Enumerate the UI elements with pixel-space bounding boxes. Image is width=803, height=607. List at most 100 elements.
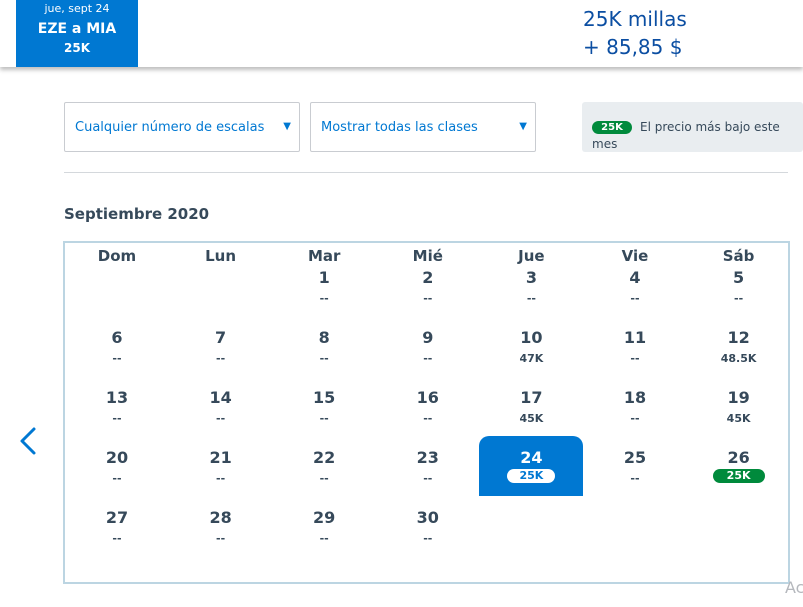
day-price: -- xyxy=(630,352,640,365)
day-number: 1 xyxy=(318,268,330,287)
day-number: 4 xyxy=(629,268,641,287)
top-bar: jue, sept 24 EZE a MIA 25K 25K millas + … xyxy=(0,0,803,67)
day-price: -- xyxy=(423,412,433,425)
weekday-header: Lun xyxy=(205,247,237,265)
prev-month-button[interactable] xyxy=(16,425,42,457)
day-price: -- xyxy=(319,292,329,305)
day-number: 7 xyxy=(215,328,227,347)
calendar-day[interactable]: 1 -- xyxy=(272,256,376,316)
calendar-grid: Dom Lun Mar Mié Jue Vie Sáb 1 -- 2 -- 3 -- 4 -- 5 -- 6 -- 7… xyxy=(63,241,790,584)
month-title: Septiembre 2020 xyxy=(64,205,210,223)
tab-price: 25K xyxy=(64,41,90,55)
calendar-day[interactable]: 13 -- xyxy=(65,376,169,436)
day-price: -- xyxy=(112,532,122,545)
day-number: 19 xyxy=(727,388,750,407)
calendar-day[interactable]: 2 -- xyxy=(376,256,480,316)
day-price: -- xyxy=(630,412,640,425)
day-number: 28 xyxy=(209,508,232,527)
day-price: -- xyxy=(216,532,226,545)
calendar-day[interactable]: 25 -- xyxy=(583,436,687,496)
calendar-day[interactable]: 6 -- xyxy=(65,316,169,376)
day-number: 14 xyxy=(209,388,232,407)
day-number: 13 xyxy=(105,388,129,407)
day-price: -- xyxy=(423,352,433,365)
calendar-day[interactable]: 14 -- xyxy=(169,376,273,436)
day-number: 10 xyxy=(520,328,543,347)
day-price: -- xyxy=(319,352,329,365)
day-number: 24 xyxy=(520,448,543,467)
calendar-day[interactable]: 26 25K xyxy=(687,436,791,496)
day-number: 5 xyxy=(733,268,745,287)
day-number: 20 xyxy=(105,448,129,467)
calendar-day[interactable]: 4 -- xyxy=(583,256,687,316)
weekday-header: Dom xyxy=(97,247,137,265)
calendar-day[interactable]: 22 -- xyxy=(272,436,376,496)
calendar-day[interactable]: 17 45K xyxy=(479,376,583,436)
calendar-day[interactable]: 20 -- xyxy=(65,436,169,496)
calendar-day[interactable]: 9 -- xyxy=(376,316,480,376)
day-price: -- xyxy=(216,472,226,485)
watermark: Ac xyxy=(785,578,803,597)
calendar-day[interactable]: 15 -- xyxy=(272,376,376,436)
calendar-day[interactable]: 3 -- xyxy=(479,256,583,316)
day-number: 23 xyxy=(416,448,439,467)
class-select-label: Mostrar todas las clases xyxy=(321,120,478,135)
calendar-day[interactable]: 19 45K xyxy=(687,376,791,436)
day-number: 27 xyxy=(105,508,129,527)
tab-date: jue, sept 24 xyxy=(44,2,110,15)
day-number: 15 xyxy=(313,388,336,407)
triangle-down-icon: ▼ xyxy=(283,121,291,132)
day-price: -- xyxy=(112,352,122,365)
chevron-left-icon xyxy=(20,427,36,455)
day-price: -- xyxy=(423,292,433,305)
day-price: -- xyxy=(112,412,122,425)
calendar-day[interactable]: 5 -- xyxy=(687,256,791,316)
calendar-day[interactable]: 28 -- xyxy=(169,496,273,556)
calendar-day[interactable]: 27 -- xyxy=(65,496,169,556)
day-price: -- xyxy=(526,292,536,305)
lowest-price-legend: El precio más bajo este mes 25K xyxy=(582,102,803,152)
stops-select[interactable]: Cualquier número de escalas ▼ xyxy=(64,102,300,152)
day-number: 17 xyxy=(520,388,543,407)
selected-date-tab[interactable]: jue, sept 24 EZE a MIA 25K xyxy=(16,0,138,67)
price-miles: 25K millas xyxy=(583,7,687,31)
day-number: 29 xyxy=(313,508,336,527)
day-price: -- xyxy=(319,472,329,485)
day-price: -- xyxy=(216,352,226,365)
day-number: 21 xyxy=(209,448,232,467)
calendar-day[interactable]: 23 -- xyxy=(376,436,480,496)
calendar-day[interactable]: 16 -- xyxy=(376,376,480,436)
day-number: 30 xyxy=(416,508,439,527)
calendar-day[interactable]: 10 47K xyxy=(479,316,583,376)
tab-route: EZE a MIA xyxy=(37,21,117,37)
day-number: 8 xyxy=(318,328,330,347)
day-number: 2 xyxy=(422,268,434,287)
triangle-down-icon: ▼ xyxy=(519,121,527,132)
divider xyxy=(64,172,788,173)
calendar-day[interactable]: 12 48.5K xyxy=(687,316,791,376)
class-select[interactable]: Mostrar todas las clases ▼ xyxy=(310,102,536,152)
day-number: 9 xyxy=(422,328,434,347)
day-price: -- xyxy=(423,532,433,545)
day-number: 26 xyxy=(727,448,750,467)
calendar-day[interactable]: 8 -- xyxy=(272,316,376,376)
day-number: 11 xyxy=(623,328,647,347)
day-price: -- xyxy=(423,472,433,485)
legend-badge: 25K xyxy=(592,121,632,134)
day-price: 45K xyxy=(519,412,544,425)
price-taxes: + 85,85 $ xyxy=(583,35,683,59)
calendar-day[interactable]: 11 -- xyxy=(583,316,687,376)
calendar-day[interactable]: 29 -- xyxy=(272,496,376,556)
day-price: 45K xyxy=(726,412,751,425)
calendar-day[interactable]: 30 -- xyxy=(376,496,480,556)
calendar-day[interactable]: 18 -- xyxy=(583,376,687,436)
day-number: 6 xyxy=(111,328,123,347)
day-price: 47K xyxy=(519,352,544,365)
calendar-day[interactable]: 24 25K xyxy=(479,436,584,496)
day-price: -- xyxy=(630,292,640,305)
calendar-day[interactable]: 7 -- xyxy=(169,316,273,376)
stops-select-label: Cualquier número de escalas xyxy=(75,120,265,135)
day-price: -- xyxy=(630,472,640,485)
calendar-day[interactable]: 21 -- xyxy=(169,436,273,496)
day-number: 12 xyxy=(727,328,750,347)
